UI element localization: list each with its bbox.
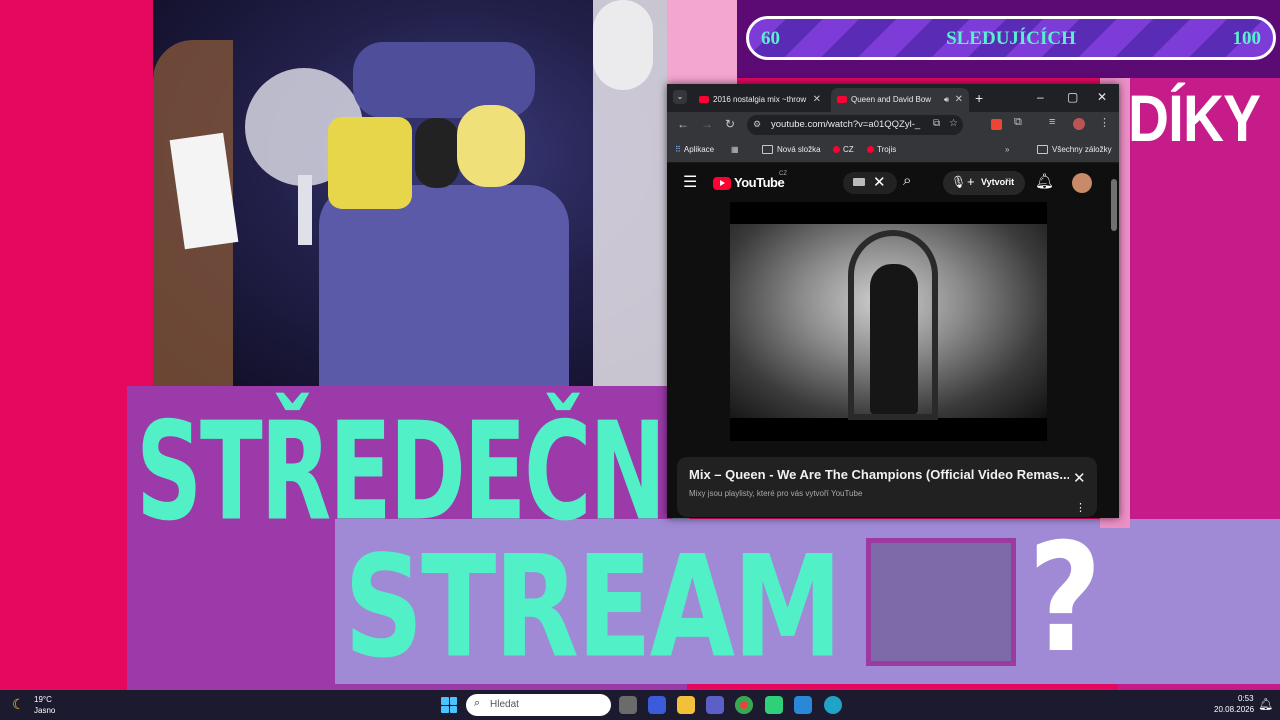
youtube-logo[interactable]: YouTube (713, 175, 785, 191)
address-bar-row: ← → ↻ ⚙︎ youtube.com/watch?v=a01QQZyl-_I… (667, 112, 1119, 138)
cast-icon[interactable]: ⧉ (933, 118, 940, 129)
close-icon[interactable]: ✕ (1073, 469, 1086, 487)
clock-date[interactable]: 20.08.2026 (1214, 705, 1254, 714)
edge-icon[interactable] (824, 696, 842, 714)
tab-2[interactable]: Queen and David Bow 🔊︎ ✕ (831, 88, 969, 112)
close-icon[interactable]: ✕ (813, 88, 821, 112)
follower-goal-bar: 60 SLEDUJÍCÍCH 100 (746, 16, 1276, 60)
thanks-text: DÍKY (1128, 81, 1261, 155)
extensions-icon[interactable]: ⧉ (1014, 116, 1022, 129)
bookmark-folder[interactable]: Nová složka (762, 145, 821, 155)
tab-search-button[interactable]: ⌄ (673, 90, 687, 104)
stream-title-line2: STREAM (344, 525, 843, 690)
country-code: CZ (779, 171, 787, 177)
speaker-icon: 🔊︎ (943, 95, 949, 104)
windows-start-icon[interactable] (441, 697, 457, 713)
emoji-placeholder-box (866, 538, 1016, 666)
new-tab-button[interactable]: + (975, 90, 983, 106)
bookmarks-bar: ⠿ Aplikace ▦ Nová složka CZ Trojis » Všec… (667, 138, 1119, 163)
create-button[interactable]: 🎙︎ + Vytvořit (943, 171, 1025, 195)
maximize-button[interactable]: ▢ (1067, 90, 1078, 104)
address-bar[interactable]: ⚙︎ youtube.com/watch?v=a01QQZyl-_I... ⧉ … (747, 115, 963, 135)
task-view-icon[interactable] (619, 696, 637, 714)
photos-icon[interactable] (794, 696, 812, 714)
tab-title: 2016 nostalgia mix ~throw (713, 95, 807, 104)
more-bookmarks-icon[interactable]: » (1005, 145, 1009, 154)
notification-icon[interactable]: 🔔︎ (1258, 697, 1273, 711)
bookmark-cz[interactable]: CZ (833, 145, 854, 154)
youtube-icon (867, 146, 874, 154)
avatar[interactable] (1072, 173, 1092, 193)
mix-playlist-card[interactable]: Mix – Queen - We Are The Champions (Offi… (677, 457, 1097, 517)
bell-icon[interactable]: 🔔︎ (1035, 172, 1054, 190)
site-info-icon[interactable]: ⚙︎ (753, 119, 761, 130)
clock-time[interactable]: 0:53 (1238, 694, 1254, 703)
search-icon: ⌕ (474, 697, 481, 709)
profile-avatar[interactable] (1073, 118, 1085, 130)
close-icon[interactable]: ✕ (955, 88, 963, 112)
apps-icon: ⠿ (675, 145, 681, 154)
folder-icon (762, 145, 773, 155)
browser-window[interactable]: ⌄ 2016 nostalgia mix ~throw ✕ Queen and … (667, 84, 1119, 518)
chat-app-icon[interactable] (765, 696, 783, 714)
all-bookmarks[interactable]: Všechny záložky (1037, 145, 1112, 155)
youtube-icon (713, 177, 731, 191)
tab-1[interactable]: 2016 nostalgia mix ~throw ✕ (693, 88, 827, 112)
follower-goal-label: SLEDUJÍCÍCH (946, 28, 1076, 49)
file-explorer-icon[interactable] (677, 696, 695, 714)
video-figure (870, 264, 918, 414)
more-options-icon[interactable]: ⋮ (1075, 501, 1086, 514)
background-light-pink (667, 0, 737, 86)
follower-goal-end: 100 (1232, 28, 1262, 49)
create-label: Vytvořit (981, 177, 1015, 187)
video-player[interactable] (730, 202, 1047, 441)
webcam-feed (153, 0, 667, 386)
search-icon[interactable]: ⌕ (903, 172, 911, 189)
weather-temperature[interactable]: 19°C (34, 695, 52, 704)
taskbar-search-input[interactable]: ⌕ Hledat (466, 694, 611, 716)
teams-icon[interactable] (706, 696, 724, 714)
menu-icon[interactable]: ⋮ (1099, 116, 1110, 129)
youtube-icon (833, 146, 840, 154)
taskbar: ☾ 19°C Jasno ⌕ Hledat 0:53 20.08.2026 🔔︎ (0, 690, 1280, 720)
scrollbar-thumb[interactable] (1111, 179, 1117, 231)
clear-search-icon[interactable]: ✕ (873, 173, 886, 191)
mix-title: Mix – Queen - We Are The Champions (Offi… (689, 467, 1069, 482)
search-field[interactable]: ✕ (843, 172, 897, 194)
hamburger-menu-icon[interactable]: ☰ (683, 172, 697, 192)
chrome-icon[interactable] (735, 696, 753, 714)
youtube-header: ☰ YouTube CZ ✕ ⌕ 🎙︎ + Vytvořit 🔔︎ (667, 163, 1119, 203)
minimize-button[interactable]: – (1037, 90, 1044, 104)
bookmark-apps[interactable]: ⠿ Aplikace (675, 145, 714, 154)
question-mark: ? (1028, 512, 1102, 686)
video-frame (730, 224, 1047, 420)
youtube-icon (837, 96, 847, 104)
forward-button[interactable]: → (701, 117, 713, 131)
back-button[interactable]: ← (677, 117, 689, 131)
keyboard-icon[interactable] (853, 178, 865, 186)
moon-icon[interactable]: ☾ (12, 696, 25, 713)
scrollbar[interactable] (1110, 163, 1119, 518)
grid-icon[interactable]: ▦ (731, 145, 739, 154)
reload-button[interactable]: ↻ (725, 117, 735, 131)
folder-icon (1037, 145, 1048, 155)
mix-subtitle: Mixy jsou playlisty, které pro vás vytvo… (689, 489, 863, 498)
extension-icon[interactable] (991, 119, 1002, 130)
tab-bar: ⌄ 2016 nostalgia mix ~throw ✕ Queen and … (667, 84, 1119, 112)
search-placeholder: Hledat (490, 699, 519, 710)
plus-icon: + (967, 174, 975, 189)
youtube-icon (699, 96, 709, 104)
media-control-icon[interactable]: ≡ (1049, 116, 1055, 128)
widgets-icon[interactable] (648, 696, 666, 714)
tab-title: Queen and David Bow (851, 95, 932, 104)
url-text: youtube.com/watch?v=a01QQZyl-_I... (771, 119, 921, 130)
close-window-button[interactable]: ✕ (1097, 90, 1107, 104)
weather-description[interactable]: Jasno (34, 706, 55, 715)
microphone-icon[interactable]: 🎙︎ (951, 175, 966, 189)
star-icon[interactable]: ☆ (949, 118, 958, 129)
bookmark-trojis[interactable]: Trojis (867, 145, 896, 154)
